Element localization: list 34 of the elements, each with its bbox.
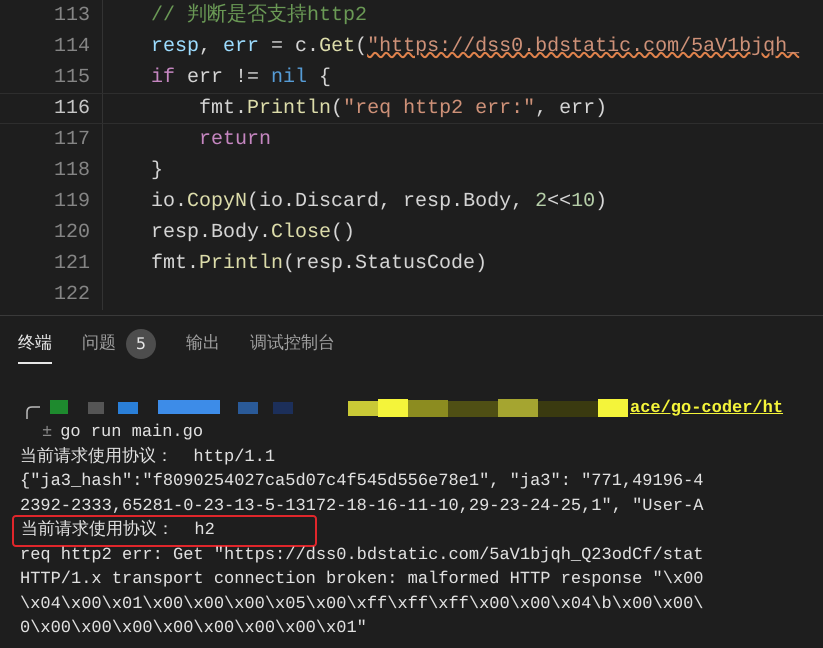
terminal-output-line: 当前请求使用协议： http/1.1 bbox=[20, 446, 276, 468]
panel-tab[interactable]: 终端 bbox=[18, 324, 52, 364]
terminal-command: go run main.go bbox=[60, 422, 204, 444]
line-number: 117 bbox=[52, 126, 91, 152]
line-number: 118 bbox=[52, 158, 91, 184]
code-line: resp.Body.Close() bbox=[150, 220, 356, 246]
code-line: } bbox=[150, 158, 164, 184]
code-line: return bbox=[198, 126, 272, 152]
panel-tab[interactable]: 输出 bbox=[186, 324, 220, 364]
terminal-output-line: {"ja3_hash":"f8090254027ca5d07c4f545d556e78e1", "ja3": "771,49196-4 bbox=[20, 471, 704, 493]
line-number: 122 bbox=[52, 282, 91, 308]
terminal-output-line: 0\x00\x00\x00\x00\x00\x00\x00\x01" bbox=[20, 618, 367, 640]
line-number: 116 bbox=[52, 96, 91, 122]
code-line: fmt.Println("req http2 err:", err) bbox=[198, 96, 608, 122]
terminal-output-line: \x04\x00\x01\x00\x00\x00\x05\x00\xff\xff\xff\x00\x00\x04\b\x00\x00\ bbox=[20, 594, 704, 616]
code-line: if err != nil { bbox=[150, 64, 332, 90]
line-number: 114 bbox=[52, 34, 91, 60]
line-number: 120 bbox=[52, 220, 91, 246]
panel-tab[interactable]: 问题 bbox=[82, 324, 116, 364]
line-number: 119 bbox=[52, 188, 91, 214]
prompt-symbol: ± bbox=[42, 422, 52, 444]
code-line: resp, err = c.Get("https://dss0.bdstatic.com/5aV1bjqh_ bbox=[150, 34, 800, 60]
line-number: 121 bbox=[52, 250, 91, 276]
terminal-output-line: req http2 err: Get "https://dss0.bdstatic.com/5aV1bjqh_Q23odCf/stat bbox=[20, 544, 704, 566]
line-number: 115 bbox=[52, 64, 91, 90]
code-line: // 判断是否支持http2 bbox=[150, 2, 368, 28]
code-line: io.CopyN(io.Discard, resp.Body, 2<<10) bbox=[150, 188, 608, 214]
directory-path: ace/go-coder/ht bbox=[630, 398, 784, 420]
terminal-output-line: HTTP/1.x transport connection broken: malformed HTTP response "\x00 bbox=[20, 569, 704, 591]
panel-tab[interactable]: 调试控制台 bbox=[250, 324, 335, 364]
terminal-output-line: 2392-2333,65281-0-23-13-5-13172-18-16-11-10,29-23-24-25,1", "User-A bbox=[20, 496, 704, 518]
line-number: 113 bbox=[52, 2, 91, 28]
code-line: fmt.Println(resp.StatusCode) bbox=[150, 250, 488, 276]
count-badge: 5 bbox=[126, 329, 156, 359]
